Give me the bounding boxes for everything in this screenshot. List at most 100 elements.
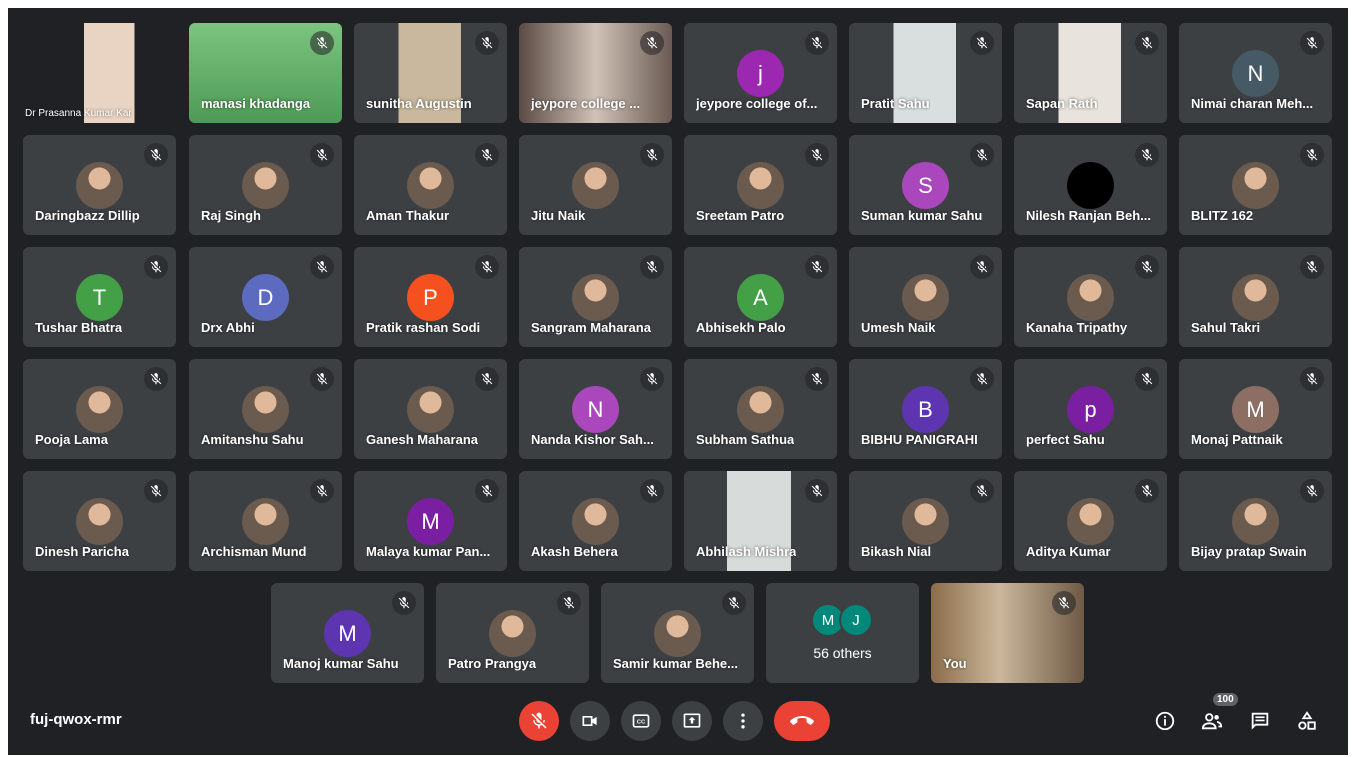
participant-tile[interactable]: A Abhisekh Palo [684,247,837,347]
meet-window: Dr Prasanna Kumar Kar manasi khadanga suni… [8,8,1348,755]
participant-tile[interactable]: M Manoj kumar Sahu [271,583,424,683]
more-options-button[interactable] [723,701,763,741]
mic-off-icon [646,37,658,49]
meeting-details-button[interactable] [1153,709,1177,733]
mic-off-icon [646,261,658,273]
mic-off-icon [1306,485,1318,497]
mic-muted-indicator [144,479,168,503]
present-button[interactable] [672,701,712,741]
participant-name: Bikash Nial [861,544,932,559]
participant-tile[interactable]: P Pratik rashan Sodi [354,247,507,347]
participant-tile[interactable]: jeypore college ... [519,23,672,123]
participant-tile[interactable]: Sahul Takri [1179,247,1332,347]
participant-tile[interactable]: Kanaha Tripathy [1014,247,1167,347]
participant-name: Patro Prangya [448,656,537,671]
participants-button[interactable] [1200,709,1224,733]
mic-off-icon [811,261,823,273]
meeting-code: fuj-qwox-rmr [30,711,122,728]
avatar-initial: T [76,274,123,321]
mic-muted-indicator [310,255,334,279]
participant-tile[interactable]: Sangram Maharana [519,247,672,347]
chat-button[interactable] [1248,709,1272,733]
participant-tile[interactable]: Bikash Nial [849,471,1002,571]
avatar-photo [242,386,289,433]
captions-button[interactable]: CC [621,701,661,741]
participant-tile[interactable]: j jeypore college of... [684,23,837,123]
others-tile[interactable]: M J 56 others [766,583,919,683]
participant-tile[interactable]: Archisman Mund [189,471,342,571]
participant-tile[interactable]: Patro Prangya [436,583,589,683]
mic-muted-indicator [805,143,829,167]
participant-name: Umesh Naik [861,320,936,335]
avatar-initial: M [407,498,454,545]
participant-tile[interactable]: Samir kumar Behe... [601,583,754,683]
participant-name: jeypore college of... [696,96,818,111]
more-vert-icon [741,713,745,729]
camera-toggle-button[interactable] [570,701,610,741]
participant-tile[interactable]: N Nimai charan Meh... [1179,23,1332,123]
mic-muted-indicator [640,479,664,503]
participant-tile[interactable]: Sreetam Patro [684,135,837,235]
mic-off-icon [481,261,493,273]
participant-tile[interactable]: p perfect Sahu [1014,359,1167,459]
participant-tile[interactable]: S Suman kumar Sahu [849,135,1002,235]
call-end-icon [790,716,814,725]
videocam-icon [582,716,597,726]
mic-muted-indicator [310,143,334,167]
participant-tile[interactable]: M Malaya kumar Pan... [354,471,507,571]
participant-name: Nanda Kishor Sah... [531,432,654,447]
mic-muted-indicator [1135,479,1159,503]
participant-tile[interactable]: Amitanshu Sahu [189,359,342,459]
participant-tile[interactable]: Abhilash Mishra [684,471,837,571]
mic-muted-indicator [1135,31,1159,55]
participant-tile[interactable]: Nilesh Ranjan Beh... [1014,135,1167,235]
participant-tile[interactable]: Subham Sathua [684,359,837,459]
avatar-photo [1067,498,1114,545]
avatar-photo [1232,162,1279,209]
participant-tile[interactable]: M Monaj Pattnaik [1179,359,1332,459]
participant-tile[interactable]: Pratit Sahu [849,23,1002,123]
self-view-tile[interactable]: You [931,583,1084,683]
participant-tile[interactable]: Akash Behera [519,471,672,571]
participant-tile[interactable]: Dinesh Paricha [23,471,176,571]
participant-tile[interactable]: Aditya Kumar [1014,471,1167,571]
avatar-photo [1232,498,1279,545]
participant-tile[interactable]: Umesh Naik [849,247,1002,347]
participant-tile[interactable]: D Drx Abhi [189,247,342,347]
mic-toggle-button[interactable] [519,701,559,741]
participant-tile[interactable]: Dr Prasanna Kumar Kar [23,23,176,123]
mic-muted-indicator [144,367,168,391]
participant-tile[interactable]: Jitu Naik [519,135,672,235]
participant-tile[interactable]: Daringbazz Dillip [23,135,176,235]
participant-tile[interactable]: Pooja Lama [23,359,176,459]
participant-tile[interactable]: Aman Thakur [354,135,507,235]
mic-off-icon [1058,597,1070,609]
participant-tile[interactable]: T Tushar Bhatra [23,247,176,347]
mic-muted-indicator [805,255,829,279]
present-screen-icon [683,713,701,728]
participant-tile[interactable]: Raj Singh [189,135,342,235]
mic-muted-indicator [1135,255,1159,279]
mic-off-icon [646,485,658,497]
participant-tile[interactable]: manasi khadanga [189,23,342,123]
participant-tile[interactable]: Sapan Rath [1014,23,1167,123]
participant-tile[interactable]: Ganesh Maharana [354,359,507,459]
others-label: 56 others [813,645,872,661]
mic-off-icon [481,485,493,497]
activities-button[interactable] [1295,709,1319,733]
participant-name: Daringbazz Dillip [35,208,140,223]
avatar-photo [902,498,949,545]
participant-name: Dr Prasanna Kumar Kar [25,108,132,119]
participant-tile[interactable]: sunitha Augustin [354,23,507,123]
participant-name: You [943,656,967,671]
participant-tile[interactable]: BLITZ 162 [1179,135,1332,235]
mic-off-icon [1306,149,1318,161]
avatar-photo [902,274,949,321]
participant-tile[interactable]: B BIBHU PANIGRAHI [849,359,1002,459]
mic-muted-indicator [475,367,499,391]
participant-tile[interactable]: Bijay pratap Swain [1179,471,1332,571]
avatar-initial: M [1232,386,1279,433]
people-icon [1201,713,1223,730]
participant-tile[interactable]: N Nanda Kishor Sah... [519,359,672,459]
end-call-button[interactable] [774,701,830,741]
